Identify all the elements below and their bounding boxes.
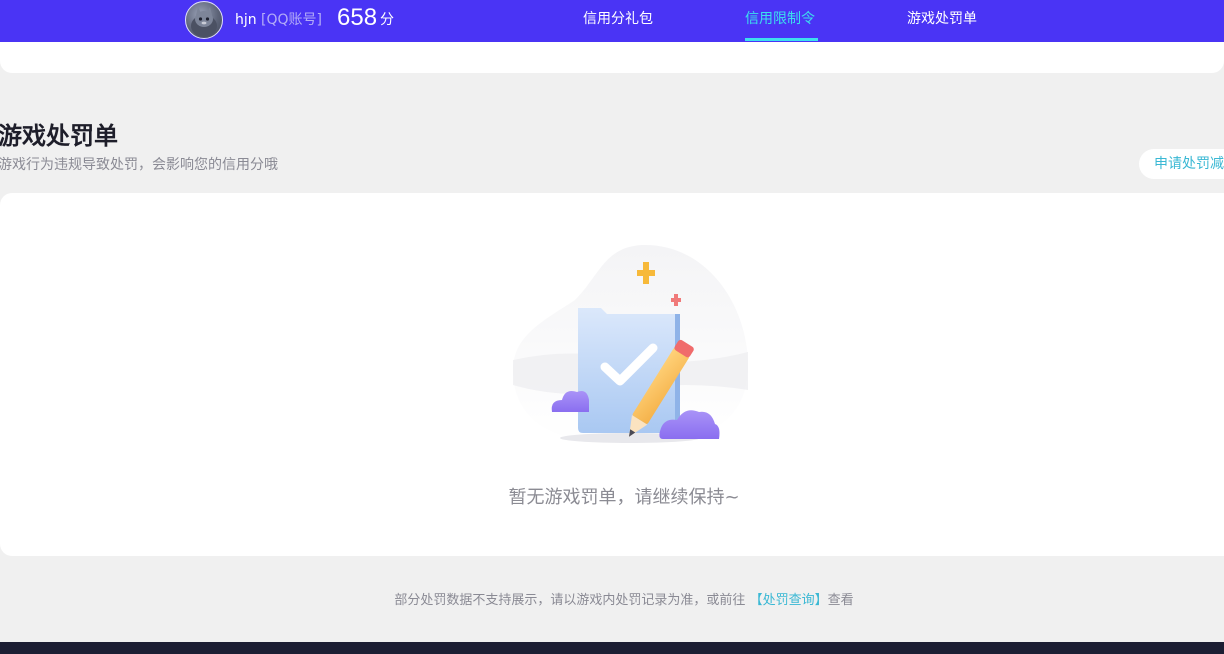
nav-tab-penalty-ticket[interactable]: 游戏处罚单 xyxy=(907,10,977,28)
penalty-query-link[interactable]: 【处罚查询】 xyxy=(750,593,828,608)
section-description: 游戏行为违规导致处罚，会影响您的信用分哦 xyxy=(0,157,278,173)
previous-section-card xyxy=(0,42,1224,73)
section-title: 游戏处罚单 xyxy=(0,122,118,150)
account-type: [QQ账号] xyxy=(261,12,322,28)
avatar[interactable] xyxy=(185,1,223,39)
page-footer xyxy=(0,642,1224,654)
nav-tab-gift-pack[interactable]: 信用分礼包 xyxy=(583,10,653,28)
credit-score-unit: 分 xyxy=(380,12,394,28)
nav-tab-restriction-order[interactable]: 信用限制令 xyxy=(745,10,815,28)
top-header: hjn [QQ账号] 658 分 信用分礼包 信用限制令 游戏处罚单 xyxy=(0,0,1224,42)
note-suffix: 查看 xyxy=(827,593,854,608)
cat-avatar-icon xyxy=(191,7,217,37)
penalty-note: 部分处罚数据不支持展示，请以游戏内处罚记录为准，或前往 【处罚查询】查看 xyxy=(0,592,1224,610)
empty-state-illustration xyxy=(513,245,749,445)
username: hjn xyxy=(235,12,257,28)
nav-active-indicator xyxy=(745,38,818,41)
empty-state-message: 暂无游戏罚单，请继续保持~ xyxy=(508,487,740,508)
credit-score: 658 xyxy=(337,4,378,31)
appeal-penalty-button[interactable]: 申请处罚减 xyxy=(1139,149,1224,179)
note-prefix: 部分处罚数据不支持展示，请以游戏内处罚记录为准，或前往 xyxy=(394,593,746,608)
page: hjn [QQ账号] 658 分 信用分礼包 信用限制令 游戏处罚单 游戏处罚单… xyxy=(0,0,1224,654)
